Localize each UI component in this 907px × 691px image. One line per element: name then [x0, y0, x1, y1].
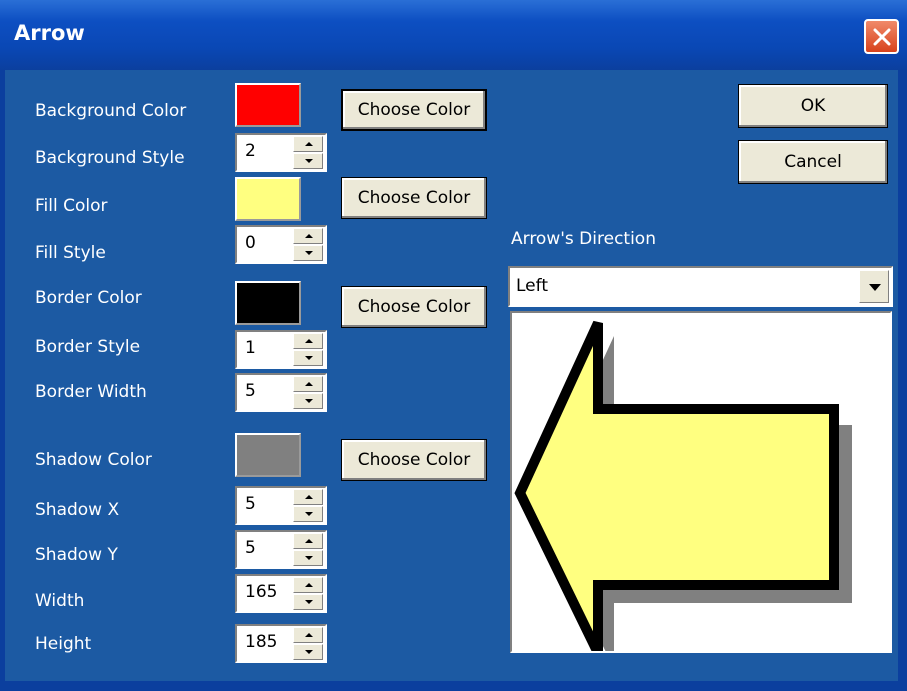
width-stepper[interactable]: 165: [235, 574, 327, 613]
choose-fill-color-button[interactable]: Choose Color: [341, 177, 487, 219]
spin-down-button[interactable]: [293, 594, 323, 610]
background-style-stepper[interactable]: 2: [235, 133, 327, 172]
spin-down-button[interactable]: [293, 245, 323, 261]
arrow-direction-value: Left: [516, 276, 548, 296]
spin-up-button[interactable]: [293, 136, 323, 152]
spin-arrows-icon: [293, 533, 323, 566]
choose-background-color-button[interactable]: Choose Color: [341, 89, 487, 131]
spin-down-button[interactable]: [293, 644, 323, 660]
height-value: 185: [245, 632, 278, 652]
label-background-color: Background Color: [35, 101, 187, 121]
spin-arrows-icon: [293, 136, 323, 169]
shadow-x-value: 5: [245, 494, 256, 514]
label-height: Height: [35, 634, 92, 654]
border-width-value: 5: [245, 381, 256, 401]
chevron-down-icon[interactable]: [859, 270, 889, 303]
cancel-button[interactable]: Cancel: [738, 140, 888, 184]
label-shadow-x: Shadow X: [35, 500, 120, 520]
label-shadow-color: Shadow Color: [35, 450, 152, 470]
swatch-border-color: [235, 281, 301, 325]
spin-arrows-icon: [293, 489, 323, 522]
label-border-color: Border Color: [35, 288, 142, 308]
label-fill-color: Fill Color: [35, 196, 108, 216]
spin-down-button[interactable]: [293, 506, 323, 522]
spin-up-button[interactable]: [293, 533, 323, 549]
arrow-direction-select[interactable]: Left: [508, 266, 893, 307]
fill-style-value: 0: [245, 233, 256, 253]
choose-border-color-button[interactable]: Choose Color: [341, 286, 487, 328]
height-stepper[interactable]: 185: [235, 624, 327, 663]
spin-arrows-icon: [293, 333, 323, 366]
arrow-preview: [510, 311, 892, 668]
label-arrow-direction: Arrow's Direction: [511, 229, 656, 249]
fill-style-stepper[interactable]: 0: [235, 225, 327, 264]
window-title: Arrow: [14, 21, 85, 45]
border-width-stepper[interactable]: 5: [235, 373, 327, 412]
spin-up-button[interactable]: [293, 376, 323, 392]
shadow-x-stepper[interactable]: 5: [235, 486, 327, 525]
swatch-fill-color: [235, 177, 301, 221]
spin-arrows-icon: [293, 228, 323, 261]
swatch-background-color: [235, 83, 301, 127]
spin-up-button[interactable]: [293, 333, 323, 349]
title-bar: Arrow: [0, 0, 907, 70]
close-icon: [873, 28, 891, 46]
spin-down-button[interactable]: [293, 350, 323, 366]
label-fill-style: Fill Style: [35, 243, 106, 263]
spin-down-button[interactable]: [293, 153, 323, 169]
spin-arrows-icon: [293, 577, 323, 610]
spin-arrows-icon: [293, 627, 323, 660]
spin-up-button[interactable]: [293, 489, 323, 505]
width-value: 165: [245, 582, 278, 602]
label-border-width: Border Width: [35, 382, 147, 402]
spin-down-button[interactable]: [293, 393, 323, 409]
label-width: Width: [35, 591, 85, 611]
choose-shadow-color-button[interactable]: Choose Color: [341, 439, 487, 481]
shadow-y-value: 5: [245, 538, 256, 558]
spin-up-button[interactable]: [293, 627, 323, 643]
label-border-style: Border Style: [35, 337, 141, 357]
label-background-style: Background Style: [35, 148, 185, 168]
swatch-shadow-color: [235, 433, 301, 477]
border-style-value: 1: [245, 338, 256, 358]
arrow-dialog: Arrow Background Color Choose Color Back…: [0, 0, 907, 691]
spin-up-button[interactable]: [293, 577, 323, 593]
label-shadow-y: Shadow Y: [35, 545, 118, 565]
spin-down-button[interactable]: [293, 550, 323, 566]
border-style-stepper[interactable]: 1: [235, 330, 327, 369]
close-button[interactable]: [864, 19, 899, 54]
arrow-preview-canvas: [514, 320, 852, 668]
spin-up-button[interactable]: [293, 228, 323, 244]
shadow-y-stepper[interactable]: 5: [235, 530, 327, 569]
ok-button[interactable]: OK: [738, 84, 888, 128]
spin-arrows-icon: [293, 376, 323, 409]
background-style-value: 2: [245, 141, 256, 161]
